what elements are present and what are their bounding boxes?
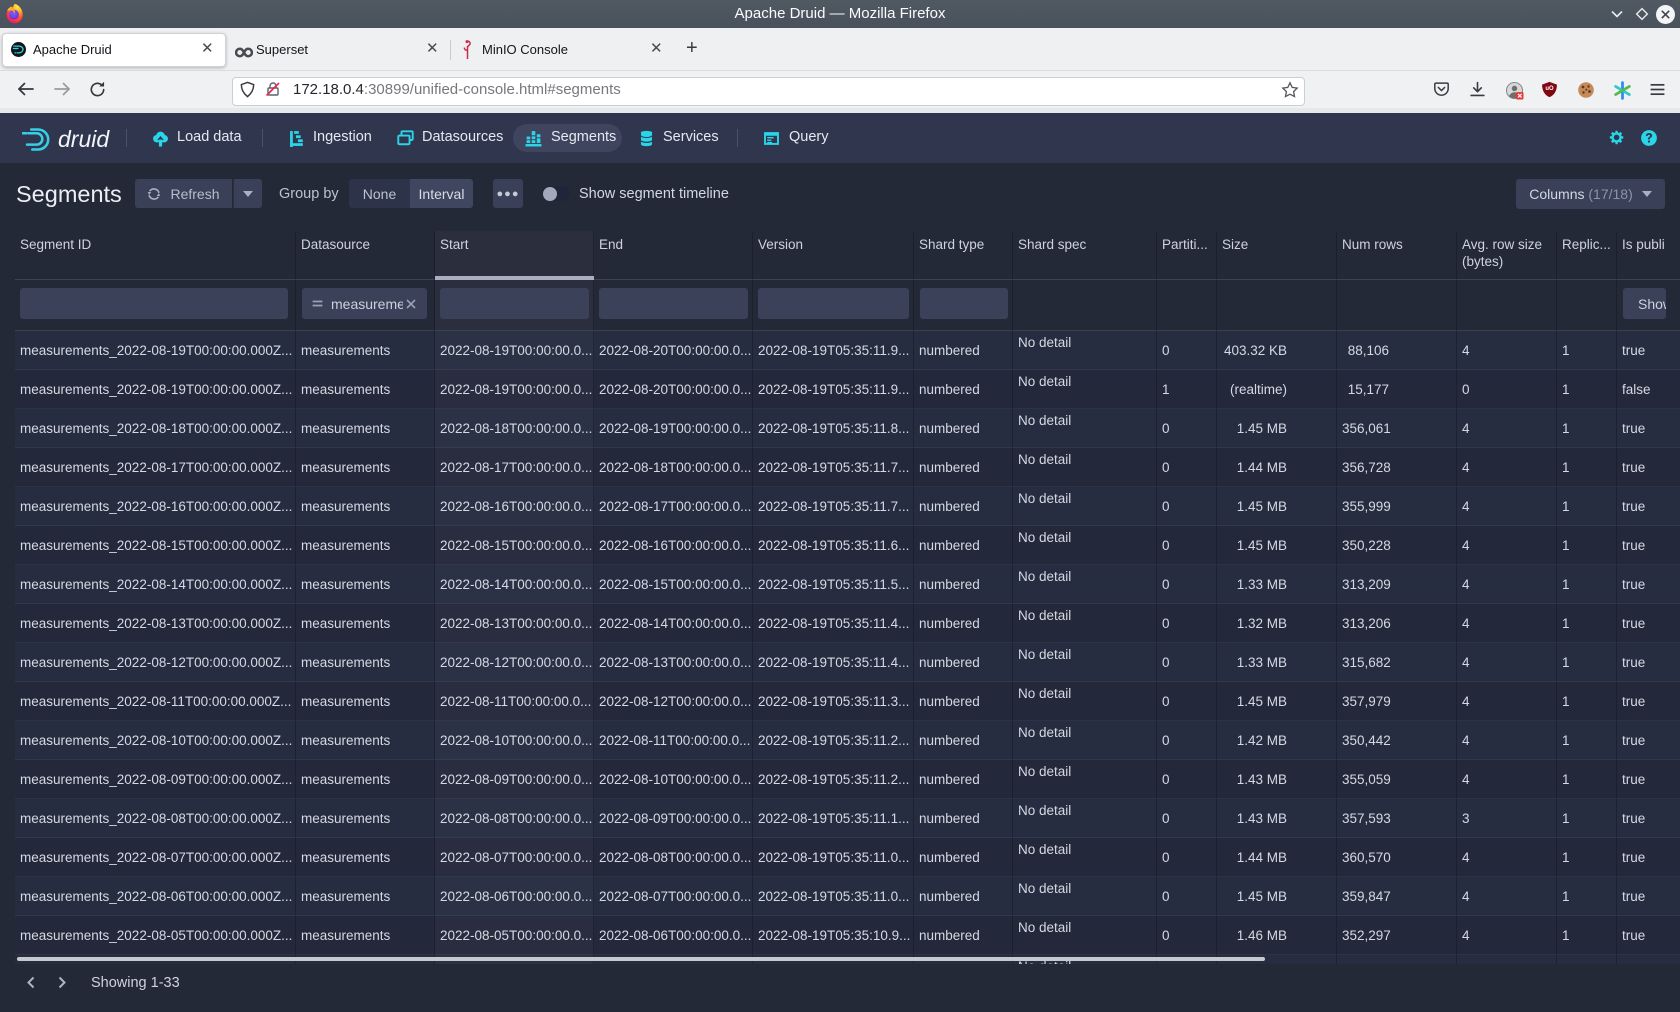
svg-text:uO: uO [1545, 86, 1554, 92]
